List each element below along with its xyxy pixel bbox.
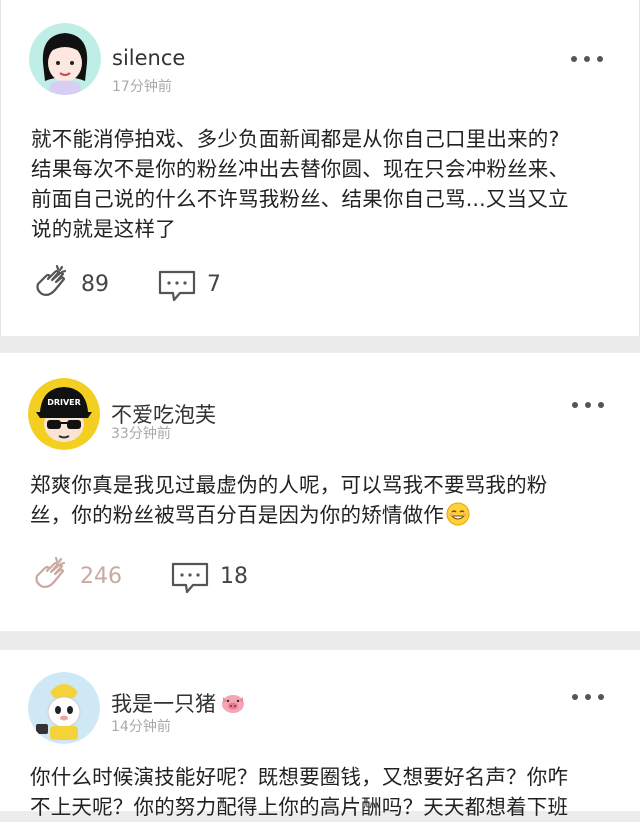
action-bar: 89 7 (29, 262, 221, 306)
like-count: 89 (81, 271, 109, 297)
avatar[interactable] (28, 672, 100, 744)
more-dots-icon[interactable] (571, 54, 603, 64)
comment-count: 7 (207, 271, 221, 297)
more-dots-icon[interactable] (572, 692, 604, 702)
post-text-line: 不上天呢？你的努力配得上你的高片酬吗？天天都想着下班 (30, 795, 569, 819)
comment-icon[interactable] (168, 554, 212, 598)
post-text: 郑爽你真是我见过最虚伪的人呢，可以骂我不要骂我的粉 丝，你的粉丝被骂百分百是因为… (30, 470, 614, 530)
post-time: 33分钟前 (111, 426, 171, 442)
post-text: 就不能消停拍戏、多少负面新闻都是从你自己口里出来的? 结果每次不是你的粉丝冲出去… (31, 124, 615, 244)
user-name[interactable]: 我是一只猪 (111, 688, 246, 718)
avatar[interactable] (29, 23, 101, 95)
post-text: 你什么时候演技能好呢？既想要圈钱，又想要好名声？你咋 不上天呢？你的努力配得上你… (30, 762, 614, 822)
post-time: 14分钟前 (111, 719, 171, 735)
post-text-line: 说的就是这样了 (31, 217, 176, 241)
user-name-text: 我是一只猪 (111, 692, 216, 716)
post-text-line: 前面自己说的什么不许骂我粉丝、结果你自己骂...又当又立 (31, 187, 569, 211)
post-text-line: 就不能消停拍戏、多少负面新闻都是从你自己口里出来的? (31, 127, 560, 151)
post-text-line: 结果每次不是你的粉丝冲出去替你圆、现在只会冲粉丝来、 (31, 157, 570, 181)
avatar[interactable]: DRIVER (28, 378, 100, 450)
action-bar: 246 18 (28, 554, 248, 598)
comment-icon[interactable] (155, 262, 199, 306)
comment-count: 18 (220, 563, 248, 589)
post-text-line-text: 丝，你的粉丝被骂百分百是因为你的矫情做作 (30, 503, 444, 527)
post-text-line: 丝，你的粉丝被骂百分百是因为你的矫情做作 (30, 500, 614, 530)
post-time: 17分钟前 (112, 79, 172, 95)
avatar-cap-text: DRIVER (47, 398, 81, 407)
post-card: DRIVER 不爱吃泡芙 33分钟前 郑爽你真是我见过最虚伪的人呢，可以骂我不要… (0, 353, 640, 631)
like-count: 246 (80, 563, 122, 589)
pig-emoji-icon (222, 695, 244, 713)
clap-icon[interactable] (28, 554, 72, 598)
post-text-line: 你什么时候演技能好呢？既想要圈钱，又想要好名声？你咋 (30, 765, 569, 789)
post-text-line: 郑爽你真是我见过最虚伪的人呢，可以骂我不要骂我的粉 (30, 473, 548, 497)
post-card: silence 17分钟前 就不能消停拍戏、多少负面新闻都是从你自己口里出来的?… (0, 0, 640, 336)
clap-icon[interactable] (29, 262, 73, 306)
post-card: 我是一只猪 14分钟前 你什么时候演技能好呢？既想要圈钱，又想要好名声？你咋 不… (0, 650, 640, 819)
user-name[interactable]: silence (112, 46, 185, 70)
smile-emoji-icon (446, 502, 470, 526)
more-dots-icon[interactable] (572, 400, 604, 410)
